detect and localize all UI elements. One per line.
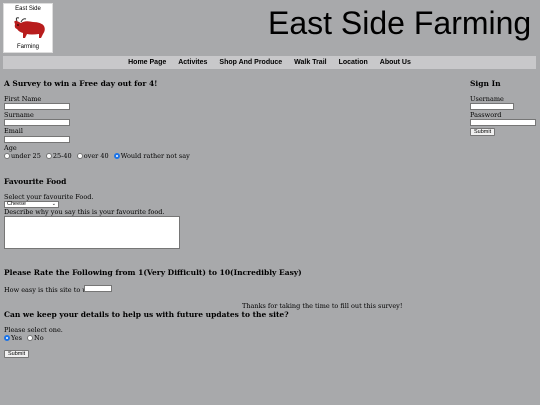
age-radio-rather-not-say[interactable] bbox=[113, 153, 120, 159]
password-label: Password bbox=[470, 111, 502, 119]
signin-submit-button[interactable]: Submit bbox=[470, 128, 496, 136]
age-option-label: 25-40 bbox=[52, 152, 72, 160]
email-label: Email bbox=[4, 127, 23, 135]
rate-input[interactable] bbox=[84, 285, 112, 292]
keep-no-label: No bbox=[34, 334, 44, 342]
password-input[interactable] bbox=[470, 119, 536, 126]
age-option-label: over 40 bbox=[83, 152, 109, 160]
username-input[interactable] bbox=[470, 103, 514, 110]
thanks-message: Thanks for taking the time to fill out t… bbox=[242, 302, 403, 310]
email-input[interactable] bbox=[4, 136, 70, 143]
food-heading: Favourite Food bbox=[4, 177, 67, 186]
food-select[interactable]: Cheese ⌄ bbox=[4, 201, 59, 208]
logo-text-bottom: Farming bbox=[16, 44, 39, 50]
food-select-value: Cheese bbox=[7, 201, 26, 207]
bull-icon bbox=[14, 17, 45, 38]
food-description-textarea[interactable] bbox=[4, 216, 180, 249]
first-name-input[interactable] bbox=[4, 103, 70, 110]
survey-heading: A Survey to win a Free day out for 4! bbox=[4, 79, 158, 88]
signin-heading: Sign In bbox=[470, 79, 501, 88]
age-option-label: under 25 bbox=[11, 152, 41, 160]
logo: East Side Farming bbox=[3, 3, 53, 53]
age-radio-25-40[interactable] bbox=[45, 153, 52, 159]
nav-shop[interactable]: Shop And Produce bbox=[219, 59, 282, 66]
food-describe-label: Describe why you say this is your favour… bbox=[4, 208, 165, 216]
nav-activities[interactable]: Activites bbox=[178, 59, 207, 66]
username-label: Username bbox=[470, 95, 504, 103]
nav-about[interactable]: About Us bbox=[380, 59, 411, 66]
main-nav: Home Page Activites Shop And Produce Wal… bbox=[3, 56, 536, 69]
keep-details-heading: Can we keep your details to help us with… bbox=[4, 310, 289, 319]
rate-heading: Please Rate the Following from 1(Very Di… bbox=[4, 268, 302, 277]
keep-yes-label: Yes bbox=[11, 334, 22, 342]
keep-radio-yes[interactable] bbox=[4, 335, 10, 341]
surname-label: Surname bbox=[4, 111, 34, 119]
keep-options: Yes No bbox=[4, 334, 44, 342]
age-label: Age bbox=[4, 144, 17, 152]
first-name-label: First Name bbox=[4, 95, 42, 103]
age-options: under 25 25-40 over 40 Would rather not … bbox=[4, 152, 190, 160]
nav-location[interactable]: Location bbox=[339, 59, 368, 66]
nav-home[interactable]: Home Page bbox=[128, 59, 166, 66]
age-radio-over-40[interactable] bbox=[76, 153, 83, 159]
chevron-down-icon: ⌄ bbox=[51, 201, 56, 207]
nav-walk-trail[interactable]: Walk Trail bbox=[294, 59, 326, 66]
keep-radio-no[interactable] bbox=[27, 335, 33, 341]
site-title: East Side Farming bbox=[268, 5, 532, 41]
keep-prompt: Please select one. bbox=[4, 326, 63, 334]
surname-input[interactable] bbox=[4, 119, 70, 126]
age-option-label: Would rather not say bbox=[120, 152, 190, 160]
age-radio-under-25[interactable] bbox=[4, 153, 10, 159]
logo-text-top: East Side bbox=[15, 6, 41, 12]
food-select-label: Select your favourite Food. bbox=[4, 193, 94, 201]
survey-submit-button[interactable]: Submit bbox=[4, 350, 30, 358]
